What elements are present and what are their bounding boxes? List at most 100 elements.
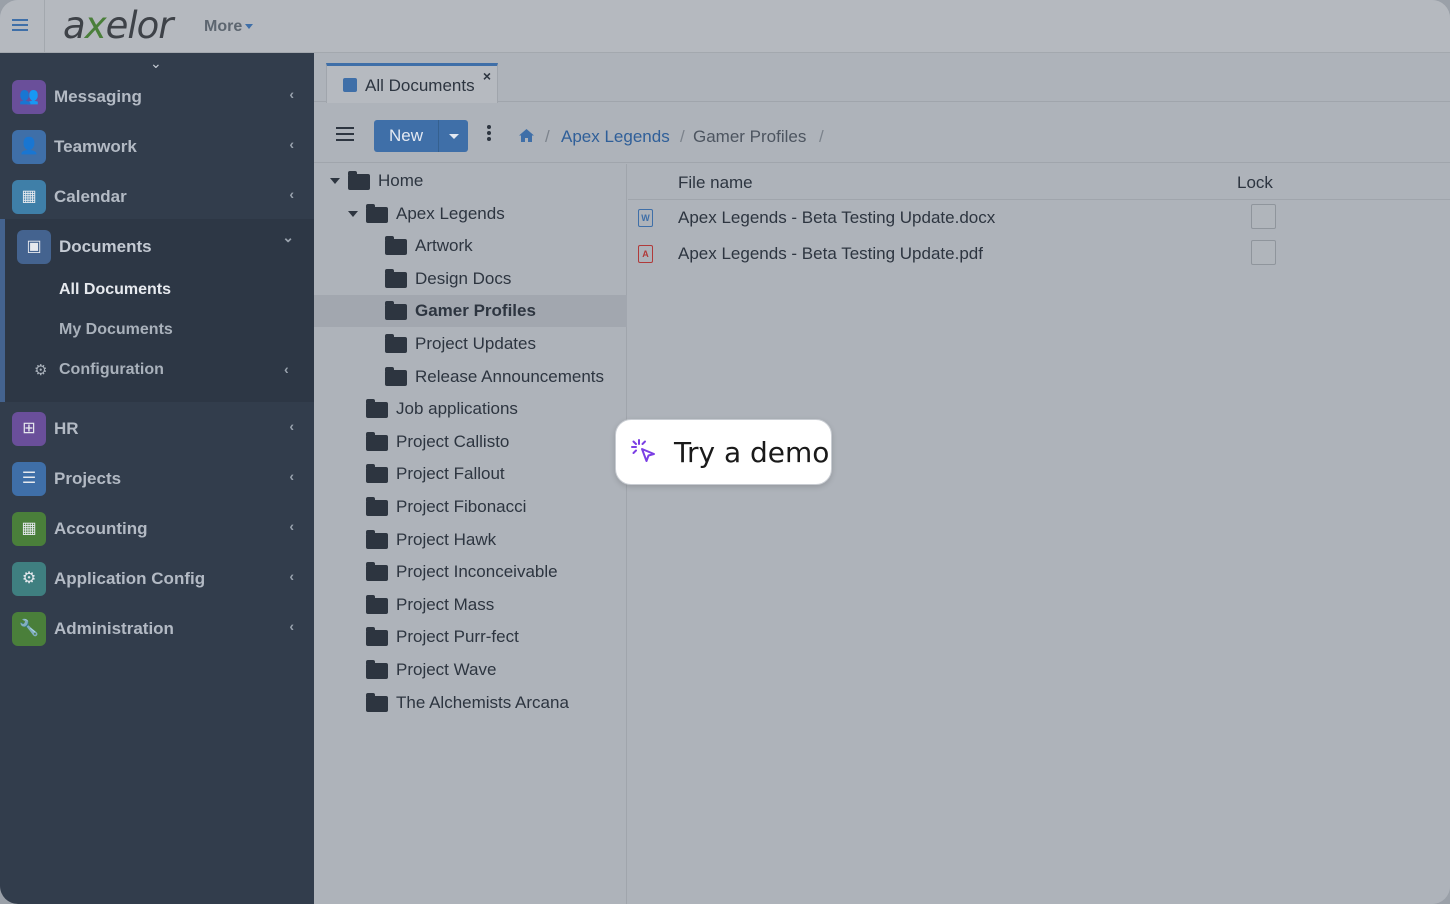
sidebar-item-messaging[interactable]: 👥 Messaging ‹ — [0, 73, 314, 121]
table-row[interactable]: W Apex Legends - Beta Testing Update.docx — [628, 200, 1450, 236]
folder-icon — [366, 562, 388, 582]
close-icon[interactable]: × — [483, 68, 491, 84]
tree-node-label: Project Purr-fect — [396, 627, 519, 647]
list-toggle-icon[interactable] — [336, 127, 354, 145]
tree-node[interactable]: Gamer Profiles — [330, 296, 620, 328]
folder-icon — [385, 366, 407, 386]
tree-node-label: Home — [378, 171, 424, 190]
tree-node[interactable]: Project Inconceivable — [330, 557, 620, 589]
tree-node[interactable]: Project Wave — [330, 655, 620, 687]
tree-node[interactable]: Project Purr-fect — [330, 622, 620, 654]
tree-node[interactable]: Project Updates — [330, 329, 620, 361]
sidebar-item-hr[interactable]: ⊞ HR ‹ — [0, 405, 314, 453]
chevron-left-icon: ‹ — [289, 568, 294, 584]
try-demo-button[interactable]: Try a demo — [615, 419, 832, 485]
sidebar-item-label: Teamwork — [54, 137, 137, 156]
tree-node[interactable]: Apex Legends — [330, 199, 620, 231]
breadcrumb-apex-legends[interactable]: Apex Legends — [561, 127, 670, 147]
sidebar-item-teamwork[interactable]: 👤 Teamwork ‹ — [0, 123, 314, 171]
home-icon[interactable] — [518, 128, 535, 148]
tree-node[interactable]: Job applications — [330, 394, 620, 426]
tree-node[interactable]: Artwork — [330, 231, 620, 263]
tree-node[interactable]: Project Fallout — [330, 459, 620, 491]
tree-node[interactable]: Project Hawk — [330, 525, 620, 557]
sidebar-item-calendar[interactable]: ▦ Calendar ‹ — [0, 173, 314, 221]
chevron-left-icon: ‹ — [289, 186, 294, 202]
chevron-down-icon[interactable]: ⌄ — [150, 55, 162, 72]
sidebar-subitem-configuration[interactable]: Configuration — [59, 361, 164, 379]
more-actions-icon[interactable] — [487, 125, 491, 143]
tree-node[interactable]: Home — [330, 166, 620, 198]
file-list: File name Lock W Apex Legends - Beta Test… — [628, 164, 1450, 904]
lock-checkbox[interactable] — [1251, 204, 1276, 229]
folder-icon — [366, 594, 388, 614]
tree-node[interactable]: Project Callisto — [330, 427, 620, 459]
tree-node-label: Artwork — [415, 236, 473, 256]
tree-node[interactable]: Project Mass — [330, 590, 620, 622]
folder-icon — [385, 268, 407, 288]
new-button[interactable]: New — [374, 120, 438, 152]
tree-node[interactable]: The Alchemists Arcana — [330, 688, 620, 720]
sidebar-item-application-config[interactable]: ⚙ Application Config ‹ — [0, 555, 314, 603]
main-content: All Documents × New / Apex Legends / Gam… — [314, 53, 1450, 904]
sidebar-item-documents[interactable]: ▣ Documents ⌄ — [0, 223, 314, 271]
top-bar: axelor More — [0, 0, 1450, 53]
folder-icon — [385, 236, 407, 256]
tree-node-label: Project Updates — [415, 334, 536, 353]
toolbar: New / Apex Legends / Gamer Profiles / — [314, 103, 1450, 163]
chevron-left-icon: ‹ — [289, 86, 294, 102]
column-lock[interactable]: Lock — [1237, 173, 1273, 193]
sidebar-subitem-all-documents[interactable]: All Documents — [59, 281, 171, 299]
sidebar-item-label: Projects — [54, 469, 122, 488]
tree-node-label: The Alchemists Arcana — [396, 692, 569, 712]
tree-node[interactable]: Design Docs — [330, 264, 620, 296]
chevron-left-icon: ‹ — [284, 361, 289, 377]
try-demo-label: Try a demo — [674, 436, 830, 469]
folder-icon — [366, 497, 388, 516]
sidebar-item-administration[interactable]: 🔧 Administration ‹ — [0, 605, 314, 653]
folder-icon — [366, 431, 388, 451]
sidebar-item-projects[interactable]: ☰ Projects ‹ — [0, 455, 314, 503]
gear-icon: ⚙ — [12, 562, 46, 596]
sidebar-item-label: Calendar — [54, 187, 127, 206]
sidebar-subitem-my-documents[interactable]: My Documents — [59, 321, 173, 339]
tree-node[interactable]: Release Announcements — [330, 362, 620, 394]
sidebar: ⌄ 👥 Messaging ‹ 👤 Teamwork ‹ ▦ Calendar ‹ ▣ Docume… — [0, 53, 314, 904]
chevron-left-icon: ‹ — [289, 518, 294, 534]
sidebar-item-label: Accounting — [54, 519, 148, 538]
tree-node-label: Design Docs — [415, 268, 512, 288]
folder-icon — [366, 627, 388, 647]
tree-node[interactable]: Project Fibonacci — [330, 492, 620, 524]
more-menu[interactable]: More — [204, 18, 254, 36]
chevron-left-icon: ‹ — [289, 618, 294, 634]
file-name[interactable]: Apex Legends - Beta Testing Update.docx — [678, 208, 995, 228]
caret-down-icon[interactable] — [348, 210, 358, 217]
chevron-down-icon: ⌄ — [282, 229, 294, 245]
folder-icon — [366, 692, 388, 712]
column-file-name[interactable]: File name — [678, 173, 753, 193]
table-row[interactable]: A Apex Legends - Beta Testing Update.pdf — [628, 236, 1450, 272]
hamburger-menu-icon[interactable] — [12, 16, 32, 36]
tree-node-label: Project Mass — [396, 594, 495, 614]
folder-icon — [348, 171, 370, 190]
sidebar-item-accounting[interactable]: ▦ Accounting ‹ — [0, 505, 314, 553]
tree-node-label: Project Hawk — [396, 529, 497, 549]
wrench-icon: 🔧 — [12, 612, 46, 646]
caret-down-icon[interactable] — [330, 178, 340, 184]
lock-checkbox[interactable] — [1251, 240, 1276, 265]
sidebar-item-label: HR — [54, 419, 79, 438]
axelor-logo[interactable]: axelor — [63, 4, 173, 47]
folder-icon — [366, 203, 388, 223]
sparkle-cursor-icon — [630, 438, 658, 466]
new-dropdown-button[interactable] — [438, 120, 468, 152]
list-icon: ☰ — [12, 462, 46, 496]
sidebar-item-label: Documents — [59, 237, 152, 256]
breadcrumb-separator: / — [545, 127, 550, 146]
sitemap-icon: ⊞ — [12, 412, 46, 446]
sidebar-item-label: Messaging — [54, 87, 142, 106]
tab-label: All Documents — [365, 76, 475, 95]
user-icon: 👤 — [12, 130, 46, 164]
tree-node-label: Apex Legends — [396, 203, 505, 223]
file-name[interactable]: Apex Legends - Beta Testing Update.pdf — [678, 244, 983, 264]
tab-all-documents[interactable]: All Documents × — [326, 63, 498, 103]
